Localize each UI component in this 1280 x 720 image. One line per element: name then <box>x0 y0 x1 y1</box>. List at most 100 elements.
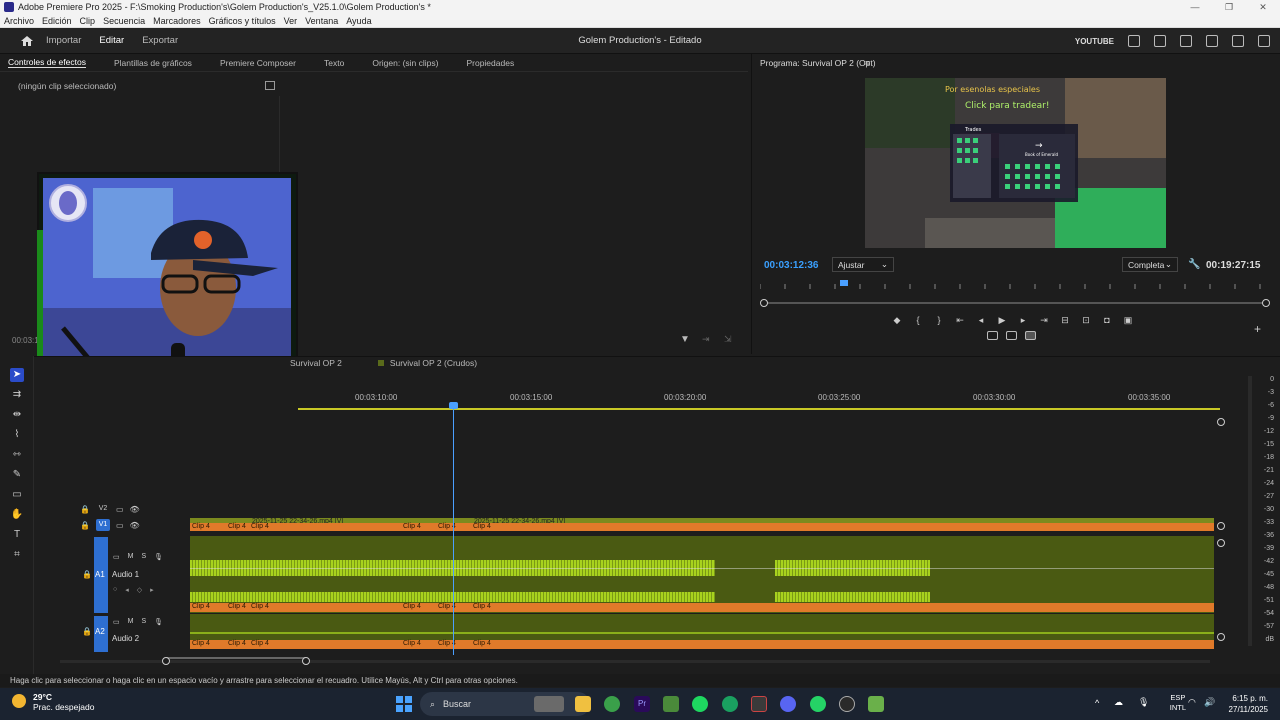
mark-out-icon[interactable]: } <box>932 313 946 327</box>
menu-ventana[interactable]: Ventana <box>301 16 342 26</box>
spotify-icon[interactable] <box>692 696 708 712</box>
volume-line[interactable] <box>190 568 1214 569</box>
playhead-handle[interactable] <box>449 402 458 409</box>
track-select-icon[interactable]: ⇉ <box>10 388 24 402</box>
solo-button[interactable]: S <box>141 553 146 561</box>
lock-icon[interactable]: 🔒 <box>82 627 92 636</box>
workspace-icon[interactable] <box>1128 35 1140 47</box>
zoom-handle-left[interactable] <box>760 299 768 307</box>
timeline-playhead[interactable] <box>453 403 454 655</box>
wrench-icon[interactable]: 🔧 <box>1188 259 1200 270</box>
selection-tool-icon[interactable]: ➤ <box>10 368 24 382</box>
go-to-in-icon[interactable]: ⇤ <box>953 313 967 327</box>
maximize-button[interactable]: ❐ <box>1212 0 1246 14</box>
track-label-v2[interactable]: V2 <box>96 503 110 515</box>
quality-dropdown[interactable]: Completa ⌄ <box>1122 257 1178 272</box>
nav-exportar[interactable]: Exportar <box>142 35 178 46</box>
slip-icon[interactable]: ⇿ <box>10 448 24 462</box>
tray-app-icon[interactable]: ☁ <box>1114 697 1123 708</box>
filter-icon[interactable]: ▼ <box>680 334 690 345</box>
obs-icon[interactable] <box>839 696 855 712</box>
vscroll-handle[interactable] <box>1217 633 1225 641</box>
lift-icon[interactable]: ⊟ <box>1058 313 1072 327</box>
fit-dropdown[interactable]: Ajustar ⌄ <box>832 257 894 272</box>
step-back-icon[interactable]: ◂ <box>974 313 988 327</box>
app-icon[interactable] <box>663 696 679 712</box>
menu-edicion[interactable]: Edición <box>38 16 76 26</box>
step-forward-icon[interactable]: ▸ <box>1016 313 1030 327</box>
taskbar-search[interactable]: ⌕ Buscar <box>420 692 590 716</box>
close-button[interactable]: ✕ <box>1246 0 1280 14</box>
nav-editar[interactable]: Editar <box>99 35 124 46</box>
menu-icon[interactable] <box>1206 35 1218 47</box>
vscroll-handle[interactable] <box>1217 539 1225 547</box>
audio-clip-a2[interactable] <box>190 614 1214 640</box>
mic-tray-icon[interactable]: 🎙 <box>1138 697 1149 708</box>
volume-icon[interactable]: ○ <box>113 586 117 594</box>
home-icon[interactable] <box>20 35 34 47</box>
sequence-tab-2[interactable]: Survival OP 2 (Crudos) <box>377 358 477 368</box>
mute-button[interactable]: M <box>128 618 134 626</box>
tab-controles-efectos[interactable]: Controles de efectos <box>8 57 86 68</box>
sync-icon[interactable]: ▭ <box>113 553 120 561</box>
settings-icon[interactable] <box>1258 35 1270 47</box>
tab-premiere-composer[interactable]: Premiere Composer <box>220 58 296 68</box>
expand-icon[interactable] <box>1232 35 1244 47</box>
wifi-icon[interactable]: ◠ <box>1188 697 1196 708</box>
prev-keyframe-icon[interactable]: ◂ <box>125 586 129 594</box>
program-ruler[interactable] <box>759 280 1266 290</box>
lock-icon[interactable]: 🔒 <box>82 570 92 579</box>
panel-layout-icon[interactable] <box>265 81 275 90</box>
razor-icon[interactable]: ⌇ <box>10 428 24 442</box>
add-keyframe-icon[interactable]: ◇ <box>137 586 142 594</box>
hand-icon[interactable]: ✋ <box>10 508 24 522</box>
go-to-out-icon[interactable]: ⇥ <box>1037 313 1051 327</box>
minimize-button[interactable]: — <box>1178 0 1212 14</box>
vscroll-handle[interactable] <box>1217 522 1225 530</box>
xbox-icon[interactable] <box>722 696 738 712</box>
menu-ayuda[interactable]: Ayuda <box>342 16 375 26</box>
search-highlight-icon[interactable] <box>534 696 564 712</box>
caption-icon[interactable]: ⌗ <box>10 548 24 562</box>
mic-icon[interactable]: 🎙 <box>154 553 163 561</box>
track-label-v1[interactable]: V1 <box>95 519 110 531</box>
hscroll-handle-right[interactable] <box>302 657 310 665</box>
share-icon[interactable] <box>1180 35 1192 47</box>
tab-texto[interactable]: Texto <box>324 58 344 68</box>
audio-clip-a1[interactable] <box>190 536 1214 613</box>
tray-chevron-icon[interactable]: ^ <box>1095 698 1099 708</box>
menu-graficos[interactable]: Gráficos y títulos <box>205 16 280 26</box>
next-keyframe-icon[interactable]: ▸ <box>150 586 154 594</box>
windows-start-icon[interactable] <box>396 696 412 712</box>
quick-export-icon[interactable] <box>1154 35 1166 47</box>
insert-icon[interactable]: ⇲ <box>724 334 734 344</box>
sync-icon[interactable]: ▭ <box>116 521 124 530</box>
minecraft-icon[interactable] <box>868 696 884 712</box>
sync-icon[interactable]: ▭ <box>116 505 124 514</box>
program-video[interactable]: Por esenolas especiales Click para trade… <box>865 78 1166 248</box>
export-frame-icon[interactable]: ⇥ <box>702 334 712 344</box>
discord-icon[interactable] <box>780 696 796 712</box>
play-icon[interactable]: ▶ <box>995 313 1009 327</box>
add-button-icon[interactable]: + <box>1254 322 1261 336</box>
menu-marcadores[interactable]: Marcadores <box>149 16 205 26</box>
lock-icon[interactable]: 🔒 <box>80 505 90 514</box>
multicam-icon[interactable] <box>1025 331 1036 340</box>
whatsapp-icon[interactable] <box>810 696 826 712</box>
type-icon[interactable]: T <box>10 528 24 542</box>
work-area-bar[interactable] <box>298 408 1220 410</box>
zoom-handle-right[interactable] <box>1262 299 1270 307</box>
program-menu-icon[interactable]: ≡ <box>865 58 870 68</box>
program-zoom-bar[interactable] <box>764 302 1268 304</box>
ripple-edit-icon[interactable]: ⇹ <box>10 408 24 422</box>
program-current-time[interactable]: 00:03:12:36 <box>764 260 818 271</box>
mark-in-icon[interactable]: { <box>911 313 925 327</box>
compare-icon[interactable]: ▣ <box>1121 313 1135 327</box>
extract-icon[interactable]: ⊡ <box>1079 313 1093 327</box>
menu-secuencia[interactable]: Secuencia <box>99 16 149 26</box>
eye-icon[interactable]: 👁 <box>130 505 140 514</box>
weather-widget[interactable]: 29°C Prac. despejado <box>12 692 94 712</box>
program-playhead[interactable] <box>840 280 848 286</box>
menu-ver[interactable]: Ver <box>280 16 302 26</box>
safe-margins-icon[interactable] <box>1006 331 1017 340</box>
